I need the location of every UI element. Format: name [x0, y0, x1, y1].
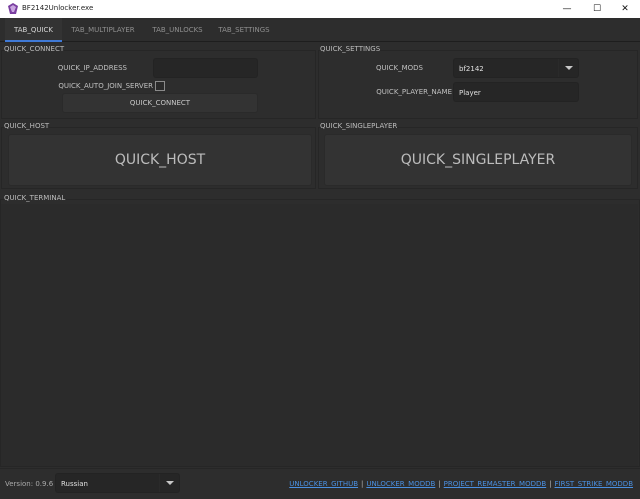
project-remaster-moddb-link[interactable]: PROJECT_REMASTER_MODDB: [444, 480, 547, 488]
quick-terminal-title: QUICK_TERMINAL: [4, 194, 66, 202]
tab-bar: TAB_QUICK TAB_MULTIPLAYER TAB_UNLOCKS TA…: [0, 18, 640, 42]
mods-selected-value: bf2142: [459, 65, 484, 73]
title-bar: BF2142Unlocker.exe — ☐ ✕: [0, 0, 640, 18]
language-selected-value: Russian: [61, 480, 88, 488]
app-logo-icon: [8, 3, 18, 14]
version-label: Version:: [5, 480, 34, 488]
ip-address-input[interactable]: [153, 58, 258, 78]
version-text: Version: 0.9.6: [5, 480, 53, 488]
version-value: 0.9.6: [35, 480, 54, 488]
player-name-input[interactable]: Player: [453, 82, 579, 102]
maximize-button[interactable]: ☐: [582, 0, 612, 18]
player-name-label: QUICK_PLAYER_NAME: [376, 88, 452, 96]
tab-multiplayer[interactable]: TAB_MULTIPLAYER: [66, 18, 140, 42]
unlocker-moddb-link[interactable]: UNLOCKER_MODDB: [366, 480, 435, 488]
first-strike-moddb-link[interactable]: FIRST_STRIKE_MODDB: [555, 480, 633, 488]
tab-settings[interactable]: TAB_SETTINGS: [214, 18, 274, 42]
auto-join-label: QUICK_AUTO_JOIN_SERVER: [58, 82, 153, 90]
quick-host-button[interactable]: QUICK_HOST: [8, 134, 312, 186]
link-separator: |: [549, 480, 552, 488]
chevron-down-icon[interactable]: [159, 474, 179, 492]
quick-settings-title: QUICK_SETTINGS: [320, 45, 381, 53]
quick-connect-button[interactable]: QUICK_CONNECT: [62, 93, 258, 113]
footer-links: UNLOCKER_GITHUB | UNLOCKER_MODDB | PROJECT_R…: [289, 480, 633, 488]
ip-address-label: QUICK_IP_ADDRESS: [57, 64, 127, 72]
quick-host-title: QUICK_HOST: [4, 122, 50, 130]
window-title: BF2142Unlocker.exe: [22, 4, 94, 12]
chevron-down-icon[interactable]: [558, 59, 578, 77]
quick-connect-title: QUICK_CONNECT: [4, 45, 65, 53]
close-button[interactable]: ✕: [610, 0, 640, 18]
unlocker-github-link[interactable]: UNLOCKER_GITHUB: [289, 480, 358, 488]
footer-bar: Version: 0.9.6 Russian UNLOCKER_GITHUB | U…: [0, 468, 640, 499]
mods-dropdown[interactable]: bf2142: [453, 58, 579, 78]
tab-unlocks[interactable]: TAB_UNLOCKS: [146, 18, 209, 42]
quick-singleplayer-title: QUICK_SINGLEPLAYER: [320, 122, 398, 130]
quick-singleplayer-button[interactable]: QUICK_SINGLEPLAYER: [324, 134, 632, 186]
language-dropdown[interactable]: Russian: [55, 473, 180, 493]
tab-quick[interactable]: TAB_QUICK: [5, 18, 62, 42]
auto-join-checkbox[interactable]: [155, 81, 165, 91]
minimize-button[interactable]: —: [552, 0, 582, 18]
terminal-output[interactable]: [1, 204, 638, 466]
link-separator: |: [438, 480, 441, 488]
mods-label: QUICK_MODS: [375, 64, 423, 72]
